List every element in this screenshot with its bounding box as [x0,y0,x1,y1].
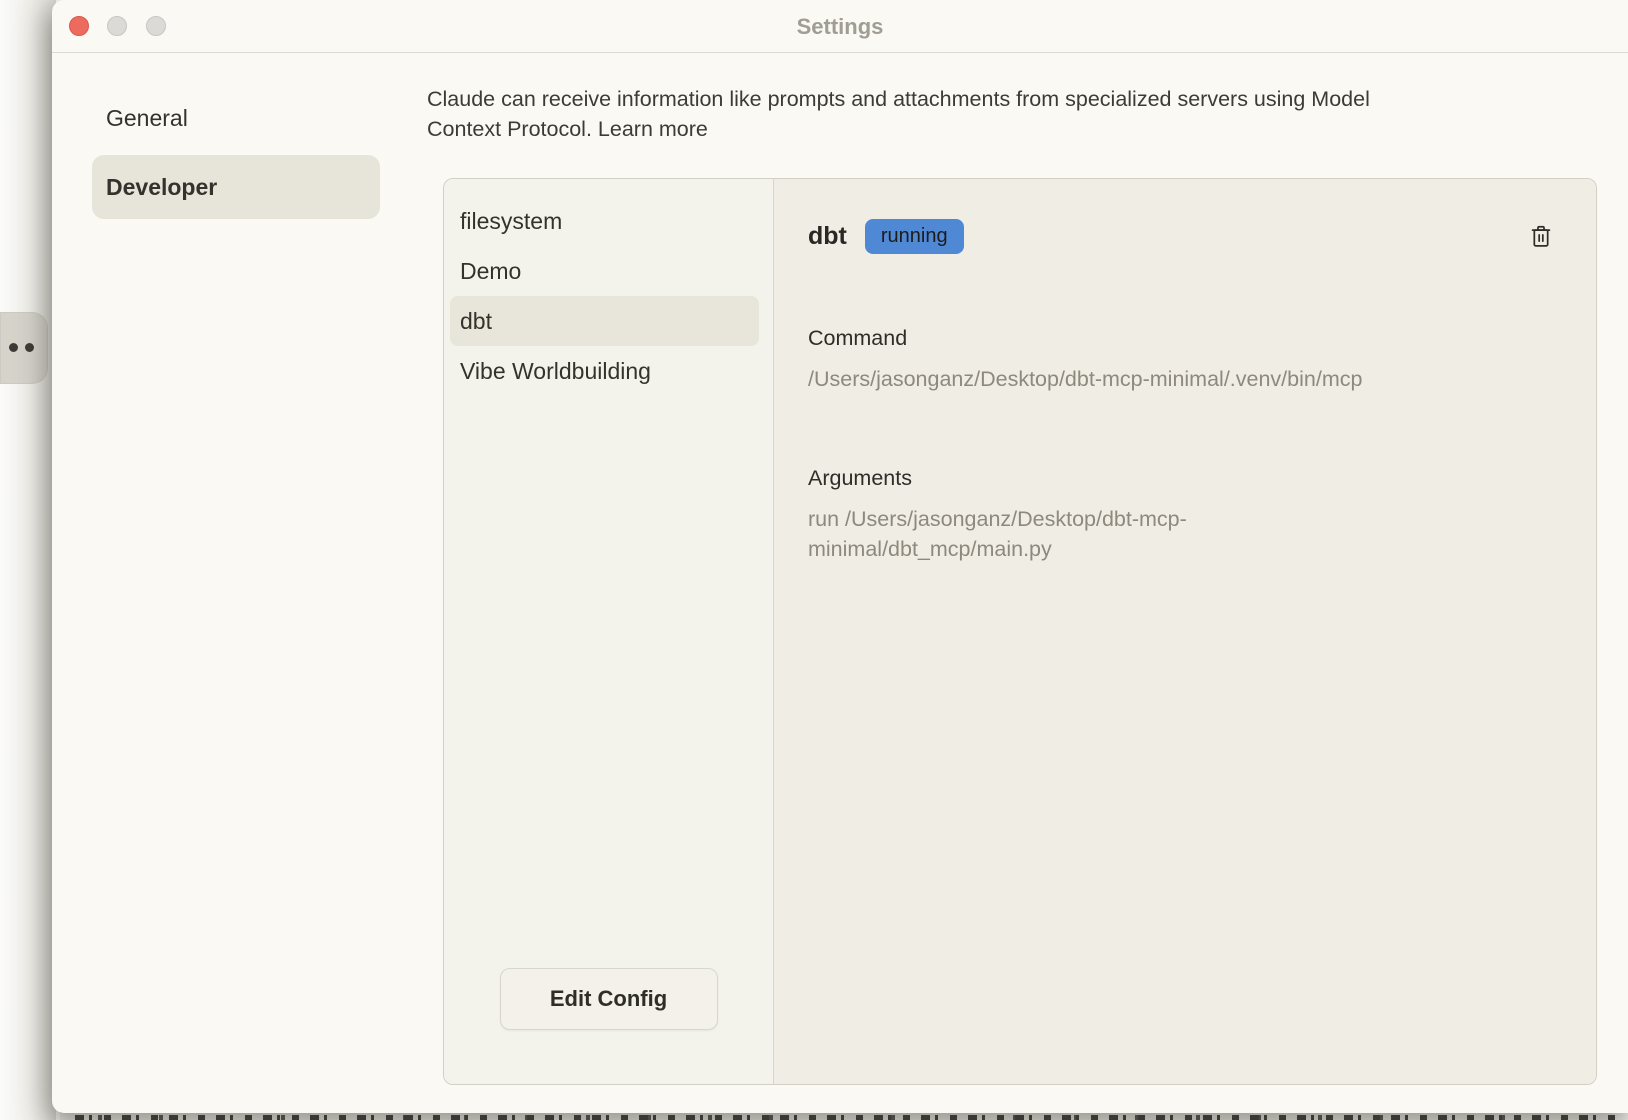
command-value: /Users/jasonganz/Desktop/dbt-mcp-minimal… [808,364,1550,394]
settings-window: Settings General Developer Claude can re… [52,0,1628,1113]
sidebar-item-general[interactable]: General [106,105,188,132]
arguments-label: Arguments [808,466,1550,491]
arguments-value: run /Users/jasonganz/Desktop/dbt-mcp-min… [808,504,1308,564]
server-detail: dbt running Command /U [773,179,1596,1084]
learn-more-link[interactable]: Learn more [598,117,708,141]
collapsed-sidebar-tab[interactable] [0,312,48,384]
trash-icon [1528,223,1554,251]
server-item-filesystem[interactable]: filesystem [450,196,759,246]
drag-dots-icon [9,343,34,352]
server-item-dbt[interactable]: dbt [450,296,759,346]
server-detail-header: dbt running [808,219,1550,254]
server-name: dbt [808,222,847,251]
mcp-servers-panel: filesystem Demo dbt Vibe Worldbuilding E… [443,178,1597,1085]
description-text: Claude can receive information like prom… [427,87,1370,141]
delete-server-button[interactable] [1526,221,1556,253]
edit-config-button[interactable]: Edit Config [500,968,718,1030]
desktop-background [0,0,56,1120]
mcp-description: Claude can receive information like prom… [427,84,1437,144]
server-item-vibe-worldbuilding[interactable]: Vibe Worldbuilding [450,346,759,396]
server-item-demo[interactable]: Demo [450,246,759,296]
titlebar: Settings [52,0,1628,53]
status-badge: running [865,219,964,254]
server-list: filesystem Demo dbt Vibe Worldbuilding E… [444,179,773,1084]
sidebar-item-developer[interactable]: Developer [92,155,380,219]
window-title: Settings [52,0,1628,53]
command-label: Command [808,326,1550,351]
